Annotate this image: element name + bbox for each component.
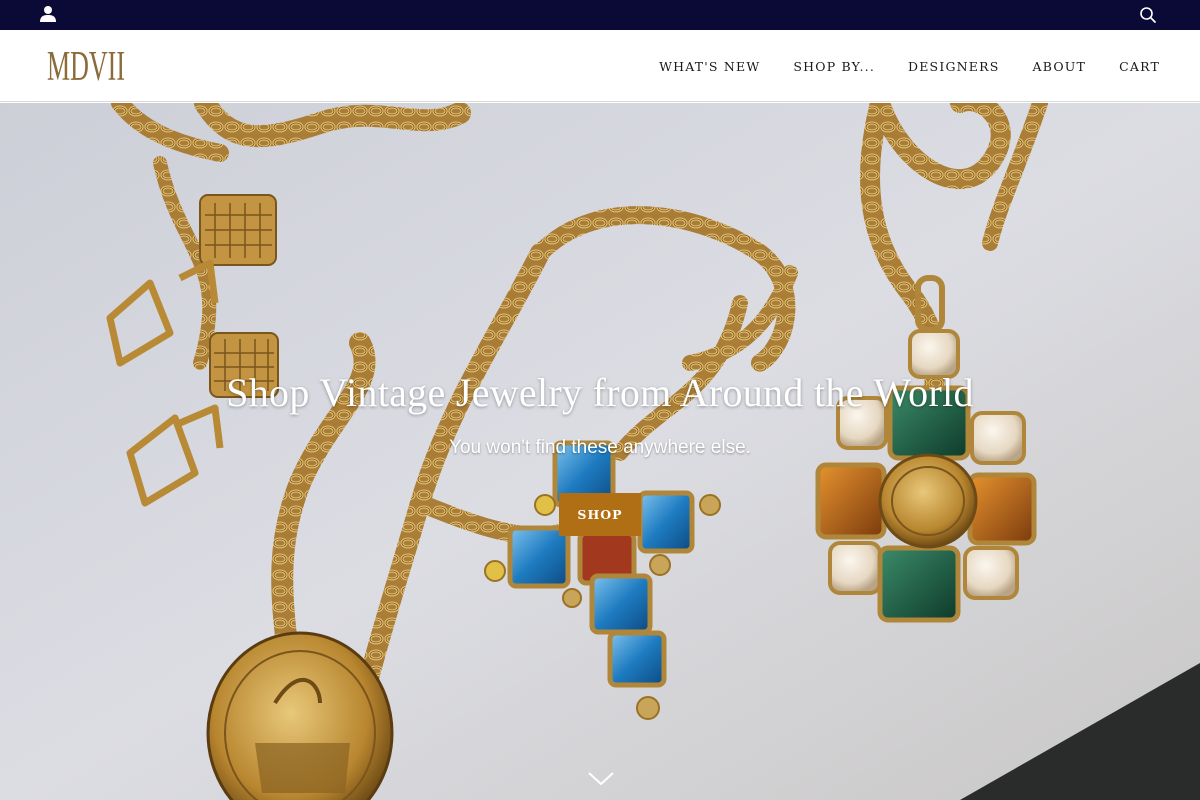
hero-title: Shop Vintage Jewelry from Around the Wor… bbox=[226, 370, 974, 415]
nav-designers[interactable]: DESIGNERS bbox=[908, 59, 999, 74]
site-header: MDVII WHAT'S NEW SHOP BY... DESIGNERS AB… bbox=[0, 30, 1200, 102]
chevron-down-icon[interactable] bbox=[587, 770, 615, 788]
main-nav: WHAT'S NEW SHOP BY... DESIGNERS ABOUT CA… bbox=[659, 30, 1160, 102]
search-icon[interactable] bbox=[1139, 6, 1157, 24]
nav-whats-new[interactable]: WHAT'S NEW bbox=[659, 59, 760, 74]
nav-about[interactable]: ABOUT bbox=[1033, 59, 1087, 74]
top-utility-bar bbox=[0, 0, 1200, 30]
logo-text: MDVII bbox=[47, 45, 125, 87]
shop-button[interactable]: SHOP bbox=[559, 493, 641, 536]
hero-subtitle: You won't find these anywhere else. bbox=[449, 437, 751, 458]
nav-cart[interactable]: CART bbox=[1119, 59, 1160, 74]
logo[interactable]: MDVII bbox=[46, 44, 126, 90]
user-icon[interactable] bbox=[39, 5, 57, 23]
hero-banner: Shop Vintage Jewelry from Around the Wor… bbox=[0, 103, 1200, 800]
nav-shop-by[interactable]: SHOP BY... bbox=[793, 59, 875, 74]
